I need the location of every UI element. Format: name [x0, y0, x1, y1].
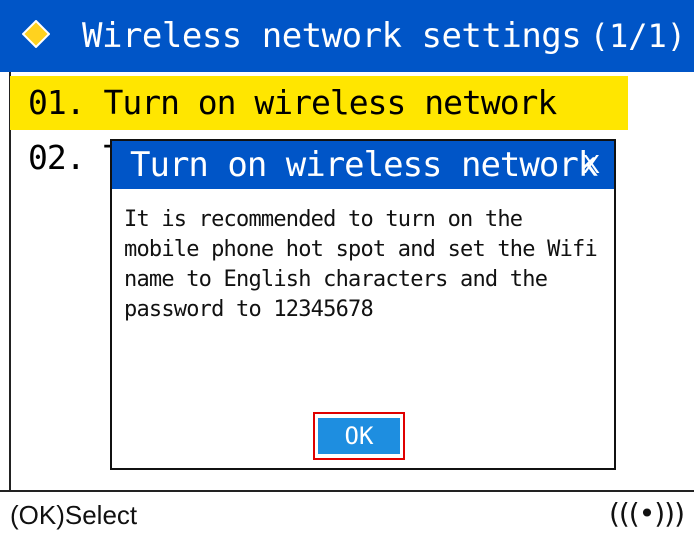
dialog-title: Turn on wireless network: [130, 145, 598, 185]
wireless-signal-icon: (((•))): [608, 497, 685, 530]
menu-item-turn-on-wireless[interactable]: 01. Turn on wireless network: [10, 76, 628, 130]
page-title: Wireless network settings: [82, 16, 582, 56]
dialog: Turn on wireless network X It is recomme…: [110, 139, 616, 470]
menu-item-label: 02. T: [28, 138, 123, 177]
menu-item-label: 01. Turn on wireless network: [28, 83, 557, 122]
diamond-icon: [22, 20, 50, 48]
ok-focus-frame: OK: [313, 412, 405, 460]
page-indicator: (1/1): [589, 17, 686, 55]
ok-button[interactable]: OK: [318, 418, 400, 454]
dialog-message: It is recommended to turn on the mobile …: [124, 207, 598, 322]
dialog-titlebar: Turn on wireless network X: [112, 141, 614, 189]
header-bar: Wireless network settings (1/1): [0, 0, 694, 72]
close-icon[interactable]: X: [583, 141, 600, 187]
footer-hint: (OK)Select: [10, 500, 138, 530]
footer-bar: (OK)Select (((•))): [0, 490, 694, 537]
wireless-settings-screen: Wireless network settings (1/1) 01. Turn…: [0, 0, 694, 537]
